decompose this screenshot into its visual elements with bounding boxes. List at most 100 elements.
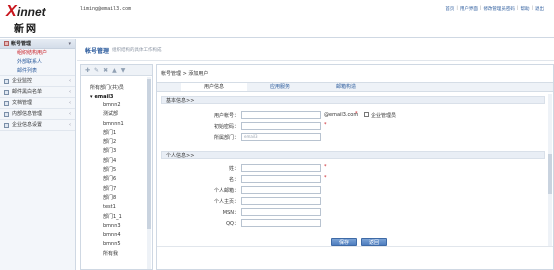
tab-user-info[interactable]: 用户信息 [181, 83, 247, 91]
surname-input[interactable] [241, 164, 321, 172]
folder-icon [4, 122, 9, 128]
required-mark: * [355, 111, 358, 117]
sidebar-item-label: 内部信息管理 [12, 110, 43, 117]
logo-x: X [6, 3, 17, 20]
xinnet-logo: X innet 新网 [6, 3, 68, 35]
link-home[interactable]: 首页 [445, 6, 454, 12]
admin-email: liming@email3.com [80, 6, 132, 12]
link-separator: | [531, 6, 533, 11]
qq-row: QQ： [157, 219, 547, 229]
edit-icon[interactable]: ✎ [94, 67, 99, 74]
sidebar-item-document-management[interactable]: 文档管理 ‹ [0, 98, 75, 109]
save-button[interactable]: 保存 [331, 238, 357, 246]
move-up-icon[interactable]: ▲ [112, 67, 117, 74]
account-label: 用户帐号： [213, 113, 239, 119]
delete-icon[interactable]: ✖ [103, 67, 108, 74]
sidebar-item-blackwhite-list[interactable]: 邮件黑白名单 ‹ [0, 87, 75, 98]
link-change-password[interactable]: 修改管理员密码 [483, 6, 515, 12]
logo-text: innet [17, 5, 46, 19]
password-input[interactable] [241, 122, 321, 130]
tree-node[interactable]: 测试部 [81, 110, 152, 119]
tree-node[interactable]: 部门7 [81, 185, 152, 194]
link-separator: | [479, 6, 482, 11]
account-row: 用户帐号： @email3.com * 企业管理员 [157, 111, 547, 121]
domain-suffix: @email3.com [324, 112, 359, 118]
link-logout[interactable]: 退出 [535, 6, 544, 12]
tree-node[interactable]: bmnn2 [81, 101, 152, 110]
chevron-left-icon: ‹ [69, 121, 71, 128]
top-links: 首页 | 用户界面 | 修改管理员密码 | 帮助 | 退出 [445, 6, 544, 12]
tree-node[interactable]: 部门6 [81, 175, 152, 184]
tree-root[interactable]: 所有部门(共)员 [81, 76, 152, 93]
department-input[interactable]: email3 [241, 133, 321, 141]
sidebar-item-label: 帐号管理 [11, 40, 32, 47]
surname-row: 姓： * [157, 164, 547, 174]
tree-node[interactable]: 部门8 [81, 194, 152, 203]
link-separator: | [516, 6, 519, 11]
chevron-left-icon: ‹ [69, 110, 71, 117]
tree-node[interactable]: 部门3 [81, 147, 152, 156]
tree-node[interactable]: bmnn3 [81, 222, 152, 231]
password-row: 初始密码： * [157, 122, 547, 132]
account-input[interactable] [241, 111, 321, 119]
back-button[interactable]: 返回 [361, 238, 387, 246]
personal-email-input[interactable] [241, 186, 321, 194]
tab-app-services[interactable]: 应用服务 [247, 83, 313, 91]
link-help[interactable]: 帮助 [520, 6, 529, 12]
chevron-down-icon: ▾ [68, 41, 71, 47]
add-user-form-panel: 帐号管理 > 添加用户 用户信息 应用服务 邮箱构造 基本信息>> 用户帐号： … [156, 64, 554, 270]
admin-checkbox[interactable] [364, 112, 369, 117]
folder-icon [4, 89, 9, 95]
name-input[interactable] [241, 175, 321, 183]
sidebar-item-enterprise-monitor[interactable]: 企业监控 ‹ [0, 76, 75, 87]
tree-node[interactable]: bmnnn1 [81, 120, 152, 129]
tree-node[interactable]: 所有我 [81, 250, 152, 259]
form-scrollbar[interactable] [548, 94, 552, 246]
name-row: 名： * [157, 175, 547, 185]
sidebar-subitem-external-contacts[interactable]: 外部联系人 [0, 58, 75, 67]
personal-email-row: 个人邮箱： [157, 186, 547, 196]
tree-scrollbar[interactable] [147, 77, 151, 269]
expand-icon[interactable]: ▾ [90, 94, 93, 100]
tree-node[interactable]: 部门2 [81, 138, 152, 147]
tree-node[interactable]: 部门1 [81, 129, 152, 138]
footer-divider [157, 246, 553, 247]
move-down-icon[interactable]: ▼ [121, 67, 126, 74]
homepage-label: 个人主页： [213, 199, 239, 205]
qq-label: QQ： [226, 221, 239, 227]
name-label: 名： [228, 177, 239, 183]
form-scroll-thumb[interactable] [548, 154, 552, 194]
tree-scroll-thumb[interactable] [147, 79, 151, 229]
sidebar-item-enterprise-settings[interactable]: 企业信息设置 ‹ [0, 120, 75, 131]
top-header: X innet 新网 liming@email3.com 首页 | 用户界面 | 修… [0, 0, 554, 38]
homepage-input[interactable] [241, 197, 321, 205]
content-header: 帐号管理 组织结构的具体工作构成 [77, 39, 554, 61]
surname-label: 姓： [228, 166, 239, 172]
msn-input[interactable] [241, 208, 321, 216]
form-tabs: 用户信息 应用服务 邮箱构造 [157, 82, 553, 92]
tree-node[interactable]: bmnn4 [81, 231, 152, 240]
tree-domain-node[interactable]: ▾ email3 [81, 93, 152, 101]
link-separator: | [456, 6, 458, 11]
required-mark: * [324, 122, 327, 128]
department-label: 所属部门： [213, 135, 239, 141]
sidebar-item-internal-info[interactable]: 内部信息管理 ‹ [0, 109, 75, 120]
folder-icon [4, 100, 9, 106]
qq-input[interactable] [241, 219, 321, 227]
tree-node[interactable]: 部门1_1 [81, 213, 152, 222]
tab-mailbox-config[interactable]: 邮箱构造 [313, 83, 379, 91]
homepage-row: 个人主页： [157, 197, 547, 207]
admin-checkbox-label: 企业管理员 [371, 113, 397, 119]
sidebar-subitem-org-users[interactable]: 组织结构用户 [0, 49, 75, 58]
folder-icon [4, 41, 9, 46]
sidebar-item-label: 企业监控 [12, 77, 33, 84]
tree-node[interactable]: test1 [81, 203, 152, 212]
sidebar-item-account-management[interactable]: 帐号管理 ▾ [0, 39, 75, 49]
link-user-interface[interactable]: 用户界面 [460, 6, 478, 12]
sidebar-item-label: 邮件黑白名单 [12, 88, 43, 95]
tree-node[interactable]: bmnn5 [81, 240, 152, 249]
org-tree-panel: ✚ ✎ ✖ ▲ ▼ 所有部门(共)员 ▾ email3 bmnn2 测试部 bm… [80, 64, 153, 270]
tree-node[interactable]: 部门4 [81, 157, 152, 166]
tree-node[interactable]: 部门5 [81, 166, 152, 175]
add-icon[interactable]: ✚ [85, 67, 90, 74]
